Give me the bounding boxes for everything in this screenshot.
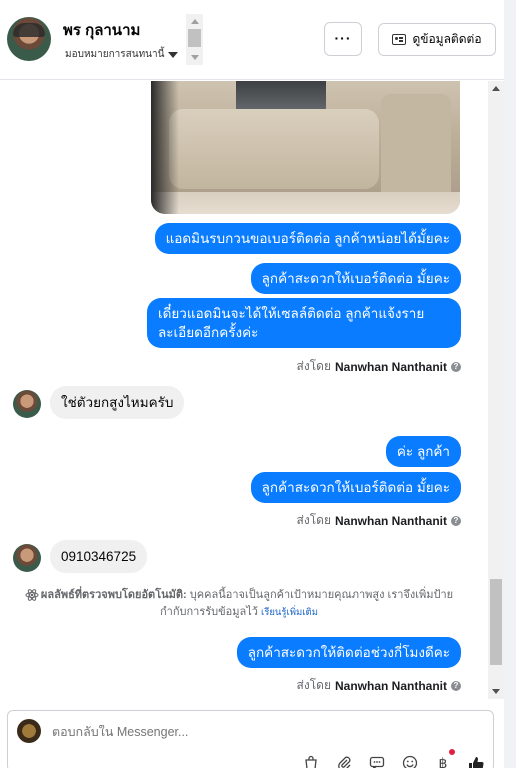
conversation-header: พร กุลานาม มอบหมายการสนทนานี้ ··· ดูข้อม…: [0, 0, 504, 80]
saved-replies-icon[interactable]: [368, 755, 386, 768]
sent-by-label: ส่งโดย Nanwhan Nanthanit ?: [297, 357, 461, 376]
contact-name[interactable]: พร กุลานาม: [63, 18, 140, 42]
thumbs-up-icon[interactable]: [467, 755, 485, 768]
baht-payment-icon[interactable]: ฿: [434, 749, 455, 768]
scroll-thumb[interactable]: [490, 579, 502, 665]
assign-label: มอบหมายการสนทนานี้: [65, 49, 165, 60]
shopping-bag-icon[interactable]: [302, 755, 320, 768]
view-contact-info-button[interactable]: ดูข้อมูลติดต่อ: [378, 23, 496, 56]
outgoing-message[interactable]: เดี๋ยวแอดมินจะได้ให้เซลล์ติดต่อ ลูกค้าแจ…: [147, 298, 461, 348]
outgoing-message[interactable]: ลูกค้าสะดวกให้ติดต่อช่วงกี่โมงดีคะ: [236, 637, 461, 668]
contact-avatar-small[interactable]: [13, 390, 41, 418]
sent-by-prefix: ส่งโดย: [296, 513, 331, 527]
incoming-message[interactable]: 0910346725: [50, 540, 148, 573]
learn-more-link[interactable]: เรียนรู้เพิ่มเติม: [261, 607, 318, 618]
assign-conversation-dropdown[interactable]: มอบหมายการสนทนานี้: [65, 47, 179, 62]
sender-name[interactable]: Nanwhan Nanthanit: [335, 514, 447, 528]
header-scrollbar[interactable]: [186, 14, 203, 65]
notification-dot: [449, 749, 455, 755]
scroll-thumb[interactable]: [188, 29, 201, 47]
reply-composer: ฿: [7, 710, 494, 768]
chat-scrollbar[interactable]: [488, 81, 504, 699]
emoji-icon[interactable]: [401, 755, 419, 768]
contact-avatar-small[interactable]: [13, 544, 41, 572]
sent-by-label: ส่งโดย Nanwhan Nanthanit ?: [297, 676, 461, 695]
outgoing-message[interactable]: แอดมินรบกวนขอเบอร์ติดต่อ ลูกค้าหน่อยได้ม…: [154, 223, 461, 254]
contact-avatar[interactable]: [7, 17, 51, 61]
sent-by-label: ส่งโดย Nanwhan Nanthanit ?: [297, 511, 461, 530]
photo-shadow: [151, 81, 179, 214]
view-contact-info-label: ดูข้อมูลติดต่อ: [412, 32, 482, 46]
ai-detect-icon: [25, 589, 39, 601]
page-scrollbar[interactable]: [504, 0, 516, 768]
scroll-down-arrow-icon[interactable]: [191, 55, 199, 60]
attached-photo-car-interior[interactable]: [151, 81, 460, 214]
message-thread: แอดมินรบกวนขอเบอร์ติดต่อ ลูกค้าหน่อยได้ม…: [0, 81, 504, 699]
help-icon[interactable]: ?: [451, 361, 461, 372]
page-avatar: [17, 719, 41, 743]
scroll-down-arrow-icon[interactable]: [492, 689, 500, 694]
outgoing-message[interactable]: ค่ะ ลูกค้า: [385, 436, 461, 467]
reply-input[interactable]: [52, 725, 432, 739]
incoming-message[interactable]: ใช่ตัวยกสูงไหมครับ: [50, 386, 185, 419]
help-icon[interactable]: ?: [451, 515, 461, 526]
outgoing-message[interactable]: ลูกค้าสะดวกให้เบอร์ติดต่อ มั้ยคะ: [250, 472, 461, 503]
photo-floor: [151, 192, 460, 214]
attachment-icon[interactable]: [335, 755, 353, 768]
scroll-up-arrow-icon[interactable]: [191, 19, 199, 24]
sent-by-prefix: ส่งโดย: [296, 678, 331, 692]
sender-name[interactable]: Nanwhan Nanthanit: [335, 360, 447, 374]
contact-card-icon: [392, 34, 407, 45]
sent-by-prefix: ส่งโดย: [296, 359, 331, 373]
scroll-up-arrow-icon[interactable]: [492, 86, 500, 91]
sender-name[interactable]: Nanwhan Nanthanit: [335, 679, 447, 693]
more-options-button[interactable]: ···: [324, 22, 362, 56]
help-icon[interactable]: ?: [451, 680, 461, 691]
photo-rear-seat: [169, 109, 379, 189]
outgoing-message[interactable]: ลูกค้าสะดวกให้เบอร์ติดต่อ มั้ยคะ: [250, 263, 461, 294]
caret-down-icon: [168, 51, 179, 58]
composer-toolbar: ฿: [302, 749, 485, 768]
auto-detected-result-notice: ผลลัพธ์ที่ตรวจพบโดยอัตโนมัติ: บุคคลนี้อา…: [16, 587, 462, 621]
auto-detect-title: ผลลัพธ์ที่ตรวจพบโดยอัตโนมัติ:: [40, 589, 187, 601]
